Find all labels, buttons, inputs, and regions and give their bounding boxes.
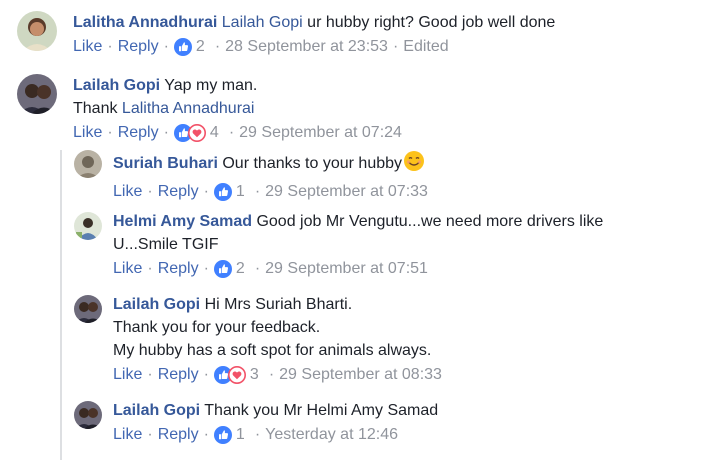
avatar[interactable] [74, 401, 102, 429]
reaction-count: 1 [235, 183, 245, 200]
separator: · [163, 38, 169, 55]
comment-text: ur hubby right? Good job well done [302, 14, 556, 31]
edited-label[interactable]: Edited [403, 37, 448, 57]
like-link[interactable]: Like [113, 259, 142, 279]
smiling-face-emoji-icon [403, 150, 425, 179]
timestamp[interactable]: 29 September at 08:33 [279, 365, 442, 385]
comment-text: My hubby has a soft spot for animals alw… [113, 342, 432, 359]
timestamp[interactable]: Yesterday at 12:46 [265, 425, 398, 445]
avatar[interactable] [74, 295, 102, 323]
like-reaction-icon [214, 426, 232, 444]
comment-author[interactable]: Lalitha Annadhurai [73, 14, 217, 31]
reply-link[interactable]: Reply [158, 365, 199, 385]
like-reaction-icon [214, 183, 232, 201]
comment-author[interactable]: Helmi Amy Samad [113, 213, 252, 230]
comment-actions: Like · Reply · 2 · 29 September at 07:51 [113, 259, 603, 279]
timestamp[interactable]: 29 September at 07:51 [265, 259, 428, 279]
separator: · [107, 38, 113, 55]
avatar[interactable] [17, 11, 57, 51]
comment-text: Yap my man. [160, 77, 258, 94]
separator: · [147, 183, 153, 200]
comment-actions: Like · Reply · 4 · 29 September at 07:24 [73, 123, 402, 143]
comment-actions: Like · Reply · 1 · Yesterday at 12:46 [113, 425, 438, 445]
love-reaction-icon [188, 124, 206, 142]
love-reaction-icon [228, 366, 246, 384]
like-reaction-icon [214, 260, 232, 278]
separator: · [147, 426, 153, 443]
reaction-count: 1 [235, 426, 245, 443]
comment-actions: Like · Reply · 1 · 29 September at 07:33 [113, 182, 428, 202]
reply-link[interactable]: Reply [158, 182, 199, 202]
reaction-summary[interactable]: 1 [214, 425, 245, 445]
separator: · [203, 260, 209, 277]
comment-author[interactable]: Suriah Buhari [113, 155, 218, 172]
comment-text: Hi Mrs Suriah Bharti. [200, 296, 353, 313]
reply-link[interactable]: Reply [158, 425, 199, 445]
comment-text: Thank you Mr Helmi Amy Samad [200, 402, 439, 419]
comment-author[interactable]: Lailah Gopi [113, 402, 200, 419]
reaction-summary[interactable]: 4 [174, 123, 219, 143]
like-link[interactable]: Like [113, 365, 142, 385]
mention-link[interactable]: Lailah Gopi [222, 14, 303, 31]
like-link[interactable]: Like [113, 425, 142, 445]
avatar[interactable] [17, 74, 57, 114]
comment-author[interactable]: Lailah Gopi [113, 296, 200, 313]
timestamp[interactable]: 29 September at 07:24 [239, 123, 402, 143]
like-link[interactable]: Like [113, 182, 142, 202]
reaction-summary[interactable]: 2 [214, 259, 245, 279]
comment-author[interactable]: Lailah Gopi [73, 77, 160, 94]
separator: · [147, 260, 153, 277]
reaction-summary[interactable]: 2 [174, 37, 205, 57]
separator: · [203, 366, 209, 383]
timestamp[interactable]: 28 September at 23:53 [225, 37, 388, 57]
separator: · [392, 38, 399, 55]
like-reaction-icon [174, 38, 192, 56]
reaction-count: 2 [195, 38, 205, 55]
comment-text: Thank you for your feedback. [113, 319, 321, 336]
comment-text: U...Smile TGIF [113, 236, 219, 253]
avatar[interactable] [74, 212, 102, 240]
comment-actions: Like · Reply · 3 · 29 September at 08:33 [113, 365, 442, 385]
comment-actions: Like · Reply · 2 · 28 September at 23:53… [73, 37, 555, 57]
separator: · [254, 260, 261, 277]
separator: · [228, 124, 235, 141]
like-link[interactable]: Like [73, 123, 102, 143]
comment-text: Our thanks to your hubby [217, 155, 403, 172]
separator: · [214, 38, 221, 55]
reply-thread-line [60, 150, 62, 460]
timestamp[interactable]: 29 September at 07:33 [265, 182, 428, 202]
separator: · [254, 183, 261, 200]
separator: · [107, 124, 113, 141]
comment-text: Good job Mr Vengutu...we need more drive… [252, 213, 604, 230]
reaction-summary[interactable]: 1 [214, 182, 245, 202]
reply-link[interactable]: Reply [118, 37, 159, 57]
separator: · [203, 183, 209, 200]
separator: · [147, 366, 153, 383]
reaction-summary[interactable]: 3 [214, 365, 259, 385]
separator: · [203, 426, 209, 443]
reaction-count: 3 [249, 366, 259, 383]
avatar[interactable] [74, 150, 102, 178]
reply-link[interactable]: Reply [158, 259, 199, 279]
mention-link[interactable]: Lalitha Annadhurai [122, 100, 255, 117]
reaction-count: 4 [209, 124, 219, 141]
separator: · [254, 426, 261, 443]
reply-link[interactable]: Reply [118, 123, 159, 143]
reaction-count: 2 [235, 260, 245, 277]
comment-text: Thank [73, 100, 122, 117]
separator: · [268, 366, 275, 383]
like-link[interactable]: Like [73, 37, 102, 57]
separator: · [163, 124, 169, 141]
